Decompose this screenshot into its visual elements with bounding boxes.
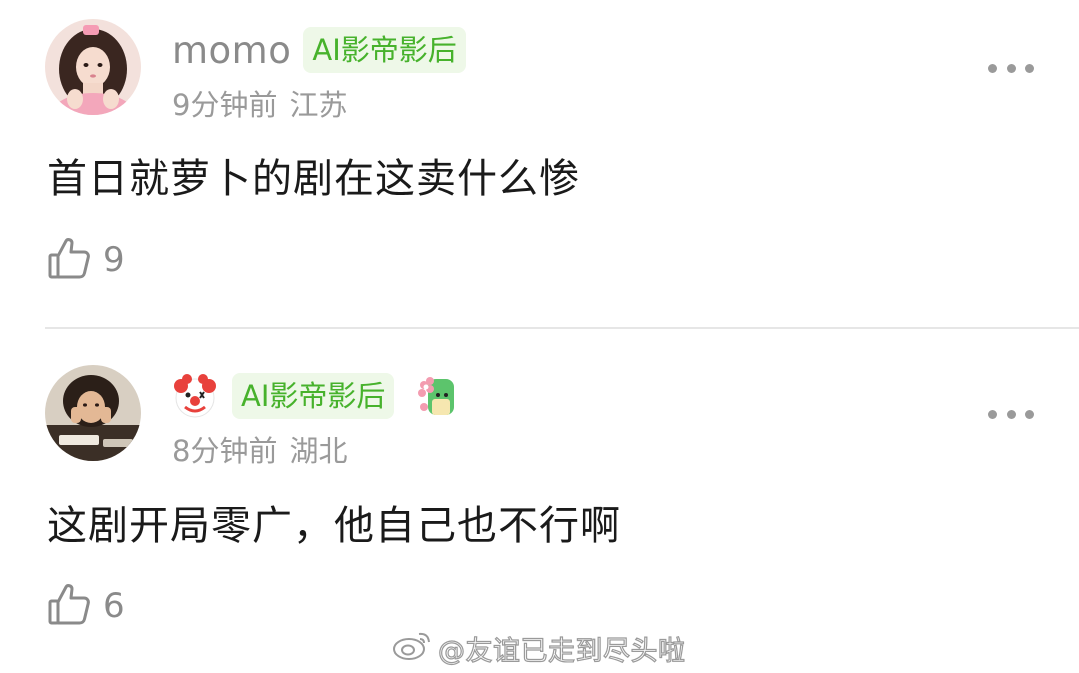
thumbs-up-icon [47,236,91,284]
comment-time: 8分钟前 [172,434,278,468]
comment-meta: 9分钟前 江苏 [172,82,347,124]
comment-location: 江苏 [289,88,348,122]
name-row: momo AI影帝影后 [172,26,466,74]
avatar[interactable] [45,19,141,115]
clown-face-icon[interactable] [172,373,218,419]
more-options-button[interactable] [988,58,1034,78]
more-dots-icon [988,63,1034,73]
username[interactable]: momo [172,29,291,72]
comment-divider [45,327,1079,329]
like-button[interactable]: 9 [47,236,125,284]
more-options-button[interactable] [988,404,1034,424]
comment-time: 9分钟前 [172,88,278,122]
comment-text: 首日就萝卜的剧在这卖什么惨 [47,156,580,202]
flower-sticker-icon [414,373,460,419]
user-badge[interactable]: AI影帝影后 [232,373,395,419]
watermark-text: @友谊已走到尽头啦 [437,635,686,667]
comment-location: 湖北 [289,434,348,468]
like-button[interactable]: 6 [47,582,125,630]
like-count: 6 [103,586,125,626]
like-count: 9 [103,240,125,280]
user-badge[interactable]: AI影帝影后 [303,27,466,73]
comment-text: 这剧开局零广，他自己也不行啊 [47,503,621,549]
avatar[interactable] [45,365,141,461]
thumbs-up-icon [47,582,91,630]
comment-meta: 8分钟前 湖北 [172,428,347,470]
weibo-logo-icon [392,628,434,669]
name-row: AI影帝影后 [172,372,460,420]
watermark: @友谊已走到尽头啦 [392,627,686,669]
more-dots-icon [988,409,1034,419]
